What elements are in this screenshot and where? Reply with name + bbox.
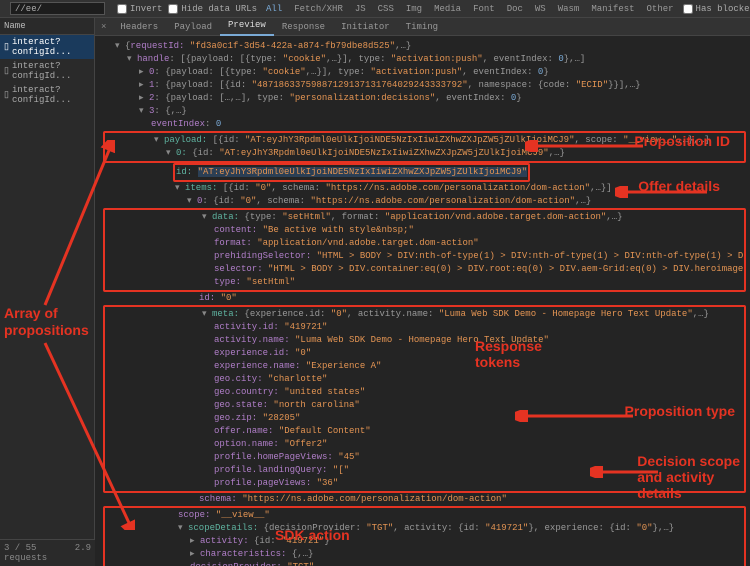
tab-ws[interactable]: WS	[532, 4, 549, 14]
has-blocked-cookies-checkbox[interactable]: Has blocked cookies	[683, 4, 750, 14]
document-icon: ▯	[4, 66, 9, 76]
request-row[interactable]: ▯interact?configId...	[0, 83, 94, 107]
expand-icon[interactable]: ▸	[190, 548, 198, 561]
tab-fetchxhr[interactable]: Fetch/XHR	[291, 4, 346, 14]
status-bar: 3 / 55 requests 2.9	[0, 539, 95, 566]
tab-all[interactable]: All	[263, 4, 285, 14]
document-icon: ▯	[4, 90, 9, 100]
expand-icon[interactable]: ▾	[154, 134, 162, 147]
tab-other[interactable]: Other	[644, 4, 677, 14]
tab-initiator[interactable]: Initiator	[333, 22, 398, 32]
request-list: Name ▯interact?configId... ▯interact?con…	[0, 18, 95, 566]
invert-checkbox[interactable]: Invert	[117, 4, 162, 14]
expand-icon[interactable]: ▾	[115, 40, 123, 53]
highlight-payload-array: ▾payload: [{id: "AT:eyJhY3Rpdml0eUlkIjoi…	[103, 131, 746, 163]
expand-icon[interactable]: ▾	[175, 182, 183, 195]
highlight-response-tokens: ▾meta: {experience.id: "0", activity.nam…	[103, 305, 746, 493]
name-column-header[interactable]: Name	[0, 18, 94, 35]
tab-timing[interactable]: Timing	[398, 22, 446, 32]
expand-icon[interactable]: ▾	[202, 211, 210, 224]
tab-media[interactable]: Media	[431, 4, 464, 14]
close-icon[interactable]: ×	[95, 22, 112, 32]
tab-headers[interactable]: Headers	[112, 22, 166, 32]
highlight-scope-details: scope: "__view__" ▾scopeDetails: {decisi…	[103, 506, 746, 566]
expand-icon[interactable]: ▾	[166, 147, 174, 160]
panel-tabs: × Headers Payload Preview Response Initi…	[95, 18, 750, 36]
tab-payload[interactable]: Payload	[166, 22, 220, 32]
json-tree[interactable]: ▾{requestId: "fd3a0c1f-3d54-422a-a874-fb…	[95, 36, 750, 566]
tab-css[interactable]: CSS	[375, 4, 397, 14]
tab-wasm[interactable]: Wasm	[555, 4, 583, 14]
expand-icon[interactable]: ▸	[190, 535, 198, 548]
hide-data-urls-checkbox[interactable]: Hide data URLs	[168, 4, 257, 14]
expand-icon[interactable]: ▸	[139, 92, 147, 105]
network-filter-bar: Invert Hide data URLs All Fetch/XHR JS C…	[0, 0, 750, 18]
tab-doc[interactable]: Doc	[504, 4, 526, 14]
tab-preview[interactable]: Preview	[220, 18, 274, 36]
expand-icon[interactable]: ▸	[139, 79, 147, 92]
transfer-size: 2.9	[75, 543, 91, 563]
expand-icon[interactable]: ▾	[178, 522, 186, 535]
highlight-offer-details: ▾data: {type: "setHtml", format: "applic…	[103, 208, 746, 292]
expand-icon[interactable]: ▾	[127, 53, 135, 66]
request-row[interactable]: ▯interact?configId...	[0, 59, 94, 83]
request-row[interactable]: ▯interact?configId...	[0, 35, 94, 59]
expand-icon[interactable]: ▾	[187, 195, 195, 208]
tab-js[interactable]: JS	[352, 4, 369, 14]
expand-icon[interactable]: ▾	[139, 105, 147, 118]
tab-response[interactable]: Response	[274, 22, 333, 32]
request-count: 3 / 55 requests	[4, 543, 75, 563]
expand-icon[interactable]: ▸	[139, 66, 147, 79]
tab-img[interactable]: Img	[403, 4, 425, 14]
tab-font[interactable]: Font	[470, 4, 498, 14]
document-icon: ▯	[4, 42, 9, 52]
response-panel: × Headers Payload Preview Response Initi…	[95, 18, 750, 566]
tab-manifest[interactable]: Manifest	[588, 4, 637, 14]
highlight-proposition-id: id: "AT:eyJhY3Rpdml0eUlkIjoiNDE5NzIxIiwi…	[173, 163, 530, 182]
filter-input[interactable]	[10, 2, 105, 15]
expand-icon[interactable]: ▾	[202, 308, 210, 321]
